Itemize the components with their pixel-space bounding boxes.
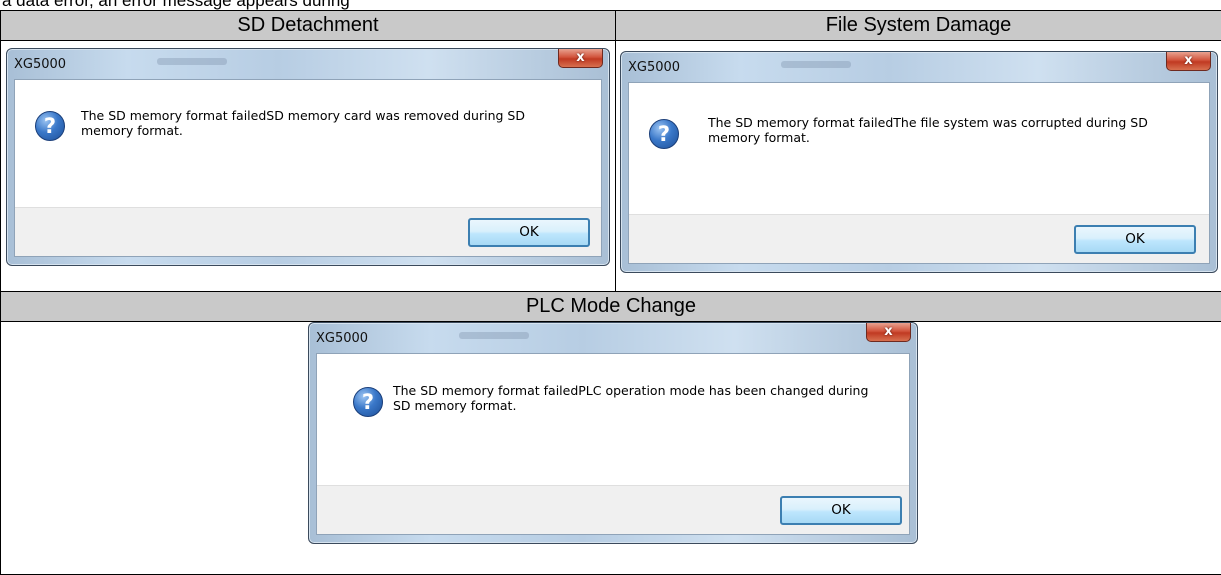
cell-sd-detachment: XG5000 x ? The SD memory format failedSD… — [1, 41, 616, 292]
dialog-client-area: ? The SD memory format failedPLC operati… — [316, 353, 910, 535]
button-area: OK — [15, 207, 601, 256]
dialog-title: XG5000 — [14, 57, 66, 72]
dialog-title: XG5000 — [316, 331, 368, 346]
ok-button[interactable]: OK — [1074, 225, 1196, 254]
close-button[interactable]: x — [558, 49, 603, 68]
ok-button[interactable]: OK — [468, 218, 590, 247]
blurred-background-text — [781, 61, 851, 68]
blurred-background-text — [459, 332, 529, 339]
button-area: OK — [317, 485, 909, 534]
blurred-background-text — [157, 58, 227, 65]
header-file-system-damage: File System Damage — [616, 11, 1221, 41]
message-text: The SD memory format failedThe file syst… — [708, 115, 1189, 145]
dialog-plc-mode-change: XG5000 x ? The SD memory format failedPL… — [308, 322, 918, 544]
dialog-sd-detachment: XG5000 x ? The SD memory format failedSD… — [6, 48, 610, 266]
message-text: The SD memory format failedPLC operation… — [393, 383, 889, 413]
message-area: ? The SD memory format failedSD memory c… — [15, 80, 601, 168]
header-plc-mode-change: PLC Mode Change — [1, 292, 1221, 322]
message-text: The SD memory format failedSD memory car… — [81, 108, 581, 138]
ok-button[interactable]: OK — [780, 496, 902, 525]
error-message-table: SD Detachment File System Damage XG5000 … — [0, 10, 1221, 575]
cell-plc-mode-change: XG5000 x ? The SD memory format failedPL… — [1, 322, 1221, 575]
cell-file-system-damage: XG5000 x ? The SD memory format failedTh… — [616, 41, 1221, 292]
question-icon: ? — [353, 387, 383, 417]
header-sd-detachment: SD Detachment — [1, 11, 616, 41]
dialog-titlebar[interactable]: XG5000 x — [7, 49, 609, 79]
dialog-client-area: ? The SD memory format failedSD memory c… — [14, 79, 602, 257]
button-area: OK — [629, 214, 1209, 263]
close-button[interactable]: x — [866, 323, 911, 342]
close-button[interactable]: x — [1166, 52, 1211, 71]
message-area: ? The SD memory format failedThe file sy… — [629, 83, 1209, 177]
question-icon: ? — [35, 111, 65, 141]
dialog-titlebar[interactable]: XG5000 x — [309, 323, 917, 353]
dialog-titlebar[interactable]: XG5000 x — [621, 52, 1217, 82]
dialog-client-area: ? The SD memory format failedThe file sy… — [628, 82, 1210, 264]
dialog-title: XG5000 — [628, 60, 680, 75]
dialog-file-system-damage: XG5000 x ? The SD memory format failedTh… — [620, 51, 1218, 273]
question-icon: ? — [649, 119, 679, 149]
message-area: ? The SD memory format failedPLC operati… — [317, 354, 909, 448]
